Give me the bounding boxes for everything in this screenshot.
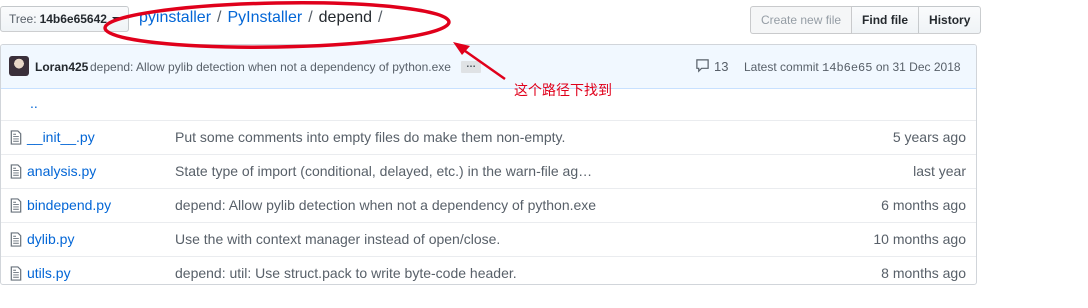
find-file-button[interactable]: Find file: [852, 6, 920, 34]
file-age: last year: [913, 163, 966, 179]
file-navigation: Tree: 14b6e65642 pyinstaller / PyInstaller…: [0, 6, 982, 34]
breadcrumb-separator: /: [308, 9, 313, 26]
parent-directory-link[interactable]: ..: [30, 95, 38, 111]
expand-commit-button[interactable]: …: [461, 60, 481, 73]
file-commit-message[interactable]: depend: util: Use struct.pack to write b…: [175, 265, 517, 281]
history-button[interactable]: History: [919, 6, 982, 34]
comment-icon: [696, 59, 709, 73]
file-age: 8 months ago: [881, 265, 966, 281]
file-icon: [10, 232, 22, 247]
file-name-link[interactable]: __init__.py: [27, 129, 95, 145]
annotation-text: 这个路径下找到: [514, 83, 612, 99]
breadcrumb-trailing-separator: /: [378, 9, 383, 26]
file-name-link[interactable]: dylib.py: [27, 231, 74, 247]
latest-commit-date: on 31 Dec 2018: [875, 60, 961, 74]
comment-count[interactable]: 13: [714, 59, 728, 74]
file-icon: [10, 198, 22, 213]
branch-select-button[interactable]: Tree: 14b6e65642: [0, 6, 129, 32]
file-icon: [10, 266, 22, 281]
commit-message-link[interactable]: depend: Allow pylib detection when not a…: [90, 60, 451, 74]
file-commit-message[interactable]: depend: Allow pylib detection when not a…: [175, 197, 596, 213]
file-age: 10 months ago: [873, 231, 966, 247]
file-table: Loran425 depend: Allow pylib detection w…: [0, 44, 977, 285]
avatar[interactable]: [9, 56, 29, 76]
table-row: bindepend.py depend: Allow pylib detecti…: [1, 188, 976, 222]
latest-commit-prefix: Latest commit: [744, 60, 819, 74]
latest-commit-bar: Loran425 depend: Allow pylib detection w…: [1, 45, 976, 89]
parent-directory-row: ..: [1, 89, 976, 120]
branch-select-value: 14b6e65642: [39, 12, 107, 26]
breadcrumb-separator: /: [217, 9, 222, 26]
table-row: __init__.py Put some comments into empty…: [1, 120, 976, 154]
table-row: utils.py depend: util: Use struct.pack t…: [1, 256, 976, 284]
file-commit-message[interactable]: Use the with context manager instead of …: [175, 231, 500, 247]
latest-commit-info: Latest commit 14b6e65 on 31 Dec 2018: [744, 60, 961, 75]
chevron-down-icon: [111, 17, 120, 21]
breadcrumb: pyinstaller / PyInstaller / depend /: [139, 9, 388, 27]
file-actions: Create new file Find file History: [750, 6, 982, 34]
table-row: analysis.py State type of import (condit…: [1, 154, 976, 188]
create-new-file-button[interactable]: Create new file: [750, 6, 853, 34]
latest-commit-sha[interactable]: 14b6e65: [822, 61, 872, 75]
file-name-link[interactable]: analysis.py: [27, 163, 96, 179]
file-commit-message[interactable]: State type of import (conditional, delay…: [175, 163, 592, 179]
table-row: dylib.py Use the with context manager in…: [1, 222, 976, 256]
file-name-link[interactable]: utils.py: [27, 265, 71, 281]
file-name-link[interactable]: bindepend.py: [27, 197, 111, 213]
file-age: 5 years ago: [892, 129, 966, 145]
file-icon: [10, 164, 22, 179]
commit-author-link[interactable]: Loran425: [35, 60, 88, 74]
file-commit-message[interactable]: Put some comments into empty files do ma…: [175, 129, 565, 145]
breadcrumb-current: depend: [318, 9, 373, 26]
breadcrumb-dir-link[interactable]: PyInstaller: [227, 9, 302, 26]
file-age: 6 months ago: [881, 197, 966, 213]
breadcrumb-repo-link[interactable]: pyinstaller: [139, 9, 211, 26]
file-icon: [10, 130, 22, 145]
branch-select-label: Tree:: [9, 12, 37, 26]
